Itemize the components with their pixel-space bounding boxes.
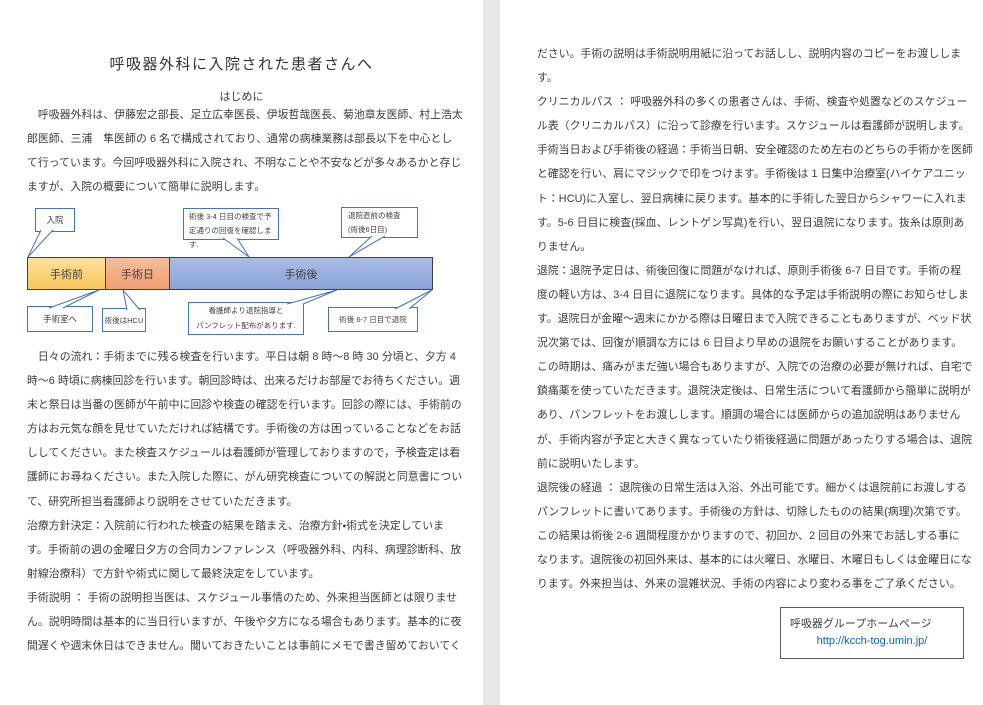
homepage-box: 呼吸器グループホームページ http://kcch-tog.umin.jp/ — [780, 607, 964, 659]
timeline-segment-postop: 手術後 — [170, 257, 433, 290]
text-line: クリニカルパス ： 呼吸器外科の多くの患者さんは、手術、検査や処置などのスケジュ… — [537, 90, 965, 114]
text-line: 郎医師、三浦 隼医師の 6 名で構成されており、通常の病棟業務は部長以下を中心と… — [27, 127, 457, 151]
text-line: て行っています。今回呼吸器外科に入院され、不明なことや不安などが多々あるかと存じ — [27, 151, 457, 175]
text-line: 退院：退院予定日は、術後回復に問題がなければ、原則手術後 6-7 日目です。手術… — [537, 259, 965, 283]
text-line: ります。外来担当は、外来の混雑状況、手術の内容により変わる事をご了承ください。 — [537, 572, 965, 596]
text-line: 射線治療科）で方針や術式に関して最終決定をしています。 — [27, 562, 457, 586]
homepage-link[interactable]: http://kcch-tog.umin.jp/ — [781, 635, 963, 647]
text-line: ト：HCU)に入室し、翌日病棟に戻ります。基本的に手術した翌日からシャワーに入れ… — [537, 187, 965, 211]
text-line: ん。説明時間は基本的に当日行いますが、午後や夕方になる場合もあります。基本的に夜 — [27, 610, 457, 634]
main-text-page2: ださい。手術の説明は手術説明用紙に沿ってお話しし、説明内容のコピーをお渡しします… — [537, 42, 965, 596]
text-line: この結果は術後 2-6 週間程度かかりますので、初回か、2 回目の外来でお話しす… — [537, 524, 965, 548]
timeline-segment-preop: 手術前 — [27, 257, 106, 290]
text-line: ますが、入院の概要について簡単に説明します。 — [27, 175, 457, 199]
page-title: 呼吸器外科に入院された患者さんへ — [0, 53, 483, 74]
text-line: 日々の流れ：手術までに残る検査を行います。平日は朝 8 時～8 時 30 分頃と… — [27, 345, 457, 369]
text-line: ししてください。また検査スケジュールは看護師が管理しておりますので，予検査定は看 — [27, 441, 457, 465]
text-line: す。 — [537, 66, 965, 90]
text-line: 手術当日および手術後の経過：手術当日朝、安全確認のため左右のどちらの手術かを医師 — [537, 138, 965, 162]
text-line: が、手術内容が予定と大きく異なっていたり術後経過に問題があったりする場合は、退院 — [537, 428, 965, 452]
text-line: 度の軽い方は、3-4 日目に退院になります。具体的な予定は手術説明の際にお知らせ… — [537, 283, 965, 307]
callout-discharge-day: 術後 6-7 日目で退院 — [328, 307, 418, 332]
text-line: 鎮痛薬を使っていただきます。退院決定後は、日常生活について看護師から簡単に説明が — [537, 379, 965, 403]
text-line: 護師にお尋ねください。また入院した際に、がん研究検査についての解説と同意書につい — [27, 465, 457, 489]
page-1: 呼吸器外科に入院された患者さんへ はじめに 呼吸器外科は、伊藤宏之部長、足立広幸… — [0, 0, 483, 705]
hospitalization-flow-diagram: 手術前 手術日 手術後 入院 術後 3-4 日目の検査で予 定通りの回復を確認し… — [27, 201, 433, 343]
text-line: 時～6 時頃に病棟回診を行います。朝回診時は、出来るだけお部屋でお待ちください。… — [27, 369, 457, 393]
callout-hcu: 術後はHCU — [102, 308, 146, 332]
text-line: なります。退院後の初回外来は、基本的には火曜日、水曜日、木曜日もしくは金曜日にな — [537, 548, 965, 572]
callout-admission: 入院 — [35, 208, 75, 232]
homepage-label: 呼吸器グループホームページ — [790, 615, 963, 631]
timeline-segment-opday: 手術日 — [106, 257, 170, 290]
text-line: 治療方針決定：入院前に行われた検査の結果を踏まえ、治療方針・術式を決定していま — [27, 514, 457, 538]
callout-nurse-guidance: 看護師より退院指導と パンフレット配布があります. — [188, 302, 304, 335]
intro-paragraph: 呼吸器外科は、伊藤宏之部長、足立広幸医長、伊坂哲哉医長、菊池章友医師、村上浩太郎… — [27, 103, 457, 199]
text-line: 方はお元気な顔を見せていただければ結構です。手術後の方は困っていることなどをお話 — [27, 417, 457, 441]
text-line: あり、パンフレットをお渡しします。順調の場合には医師からの追加説明はありません — [537, 403, 965, 427]
text-line: 間遅くや週末休日はできません。聞いておきたいことは事前にメモで書き留めておいてく — [27, 634, 457, 658]
main-text-page1: 日々の流れ：手術までに残る検査を行います。平日は朝 8 時～8 時 30 分頃と… — [27, 345, 457, 658]
text-line: す。手術前の週の金曜日夕方の合同カンファレンス（呼吸器外科、内科、病理診断科、放 — [27, 538, 457, 562]
callout-predischarge-check: 退院直前の検査 (術後6日目) — [341, 207, 418, 238]
text-line: この時期は、痛みがまだ強い場合もありますが、入院での治療の必要が無ければ、自宅で — [537, 355, 965, 379]
callout-postop-check: 術後 3-4 日目の検査で予 定通りの回復を確認します. — [183, 208, 279, 240]
text-line: 手術説明 ： 手術の説明担当医は、スケジュール事情のため、外来担当医師とは限りま… — [27, 586, 457, 610]
text-line: 前に説明いたします。 — [537, 452, 965, 476]
page-gap — [483, 0, 500, 705]
page-2: ださい。手術の説明は手術説明用紙に沿ってお話しし、説明内容のコピーをお渡しします… — [500, 0, 983, 705]
section-heading-hajimeni: はじめに — [0, 88, 483, 104]
text-line: す。5-6 日目に検査(採血、レントゲン写真)を行い、翌日退院になります。抜糸は… — [537, 211, 965, 235]
document-view: 呼吸器外科に入院された患者さんへ はじめに 呼吸器外科は、伊藤宏之部長、足立広幸… — [0, 0, 983, 705]
text-line: 呼吸器外科は、伊藤宏之部長、足立広幸医長、伊坂哲哉医長、菊池章友医師、村上浩太 — [27, 103, 457, 127]
text-line: 退院後の経過 ： 退院後の日常生活は入浴、外出可能です。細かくは退院前にお渡しす… — [537, 476, 965, 500]
text-line: す。退院日が金曜～週末にかかる際は日曜日まで入院できることもありますが、ベッド状 — [537, 307, 965, 331]
text-line: 末と祭日は当番の医師が午前中に回診や検査の確認を行います。回診の際には、手術前の — [27, 393, 457, 417]
callout-to-operating-room: 手術室へ — [27, 306, 93, 332]
text-line: て、研究所担当看護師より説明をさせていただきます。 — [27, 490, 457, 514]
text-line: ださい。手術の説明は手術説明用紙に沿ってお話しし、説明内容のコピーをお渡ししま — [537, 42, 965, 66]
text-line: りません。 — [537, 235, 965, 259]
text-line: 況次第では、回復が順調な方には 6 日目より早めの退院をお願いすることがあります… — [537, 331, 965, 355]
text-line: と確認を行い、肩にマジックで印をつけます。手術後は 1 日集中治療室(ハイケアユ… — [537, 162, 965, 186]
text-line: ル表（クリニカルパス）に沿って診療を行います。スケジュールは看護師が説明します。 — [537, 114, 965, 138]
timeline-bar: 手術前 手術日 手術後 — [27, 257, 433, 290]
text-line: パンフレットに書いてあります。手術後の方針は、切除したものの結果(病理)次第です… — [537, 500, 965, 524]
